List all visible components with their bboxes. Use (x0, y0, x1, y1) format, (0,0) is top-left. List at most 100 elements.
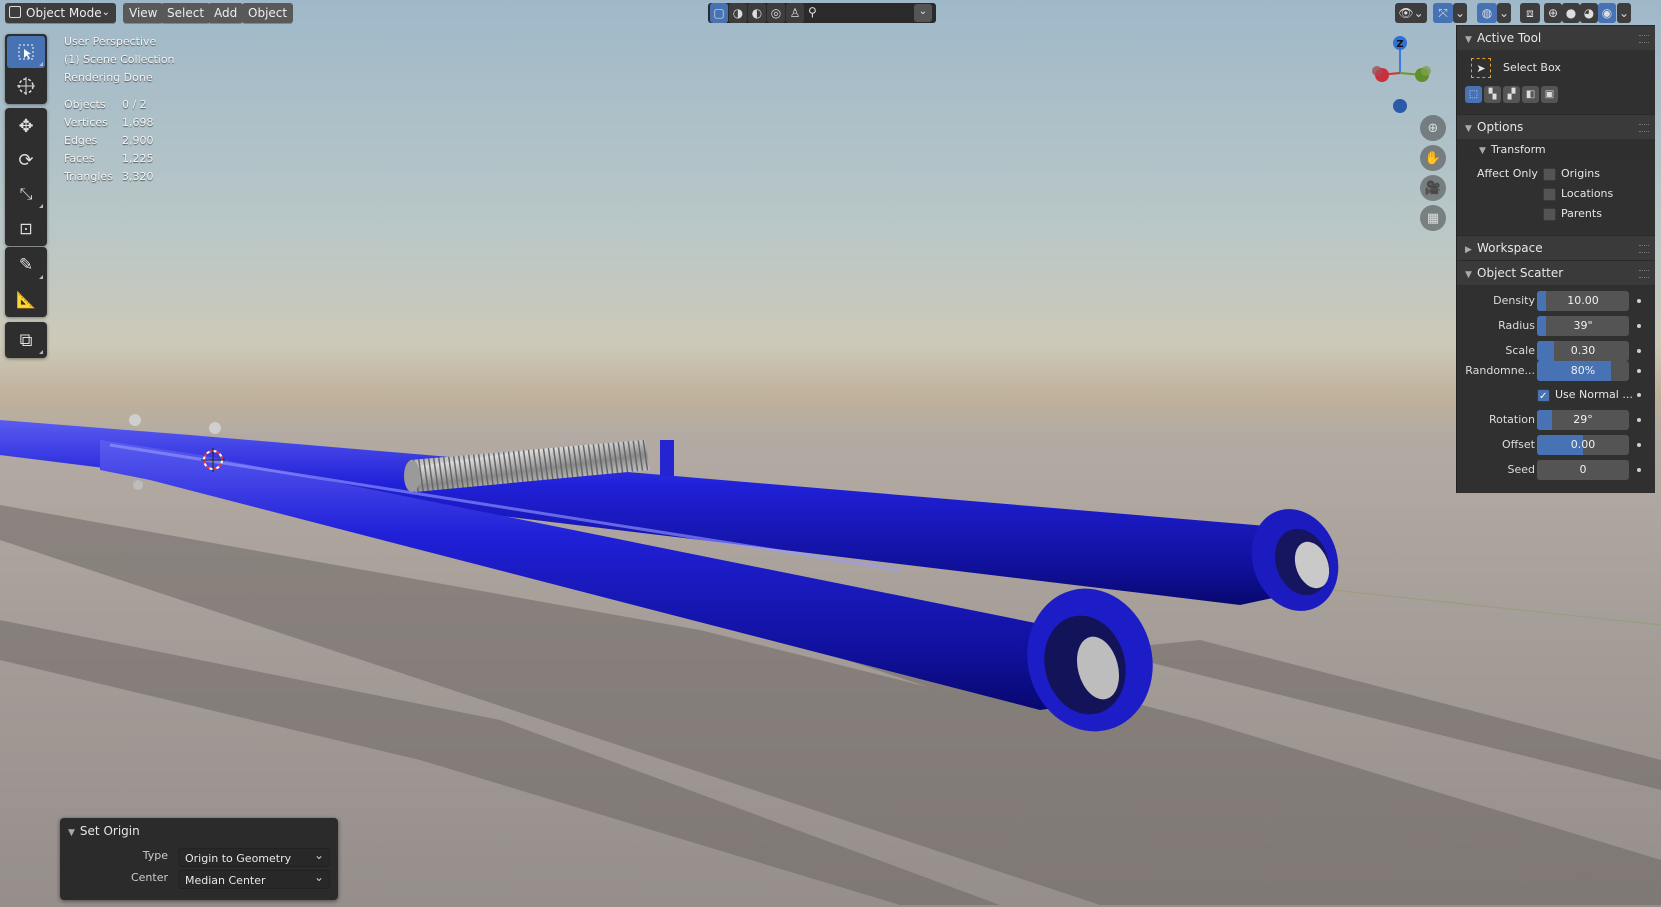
parents-checkbox[interactable]: Parents (1543, 207, 1602, 221)
mode-subtract-icon[interactable]: ▞ (1503, 86, 1520, 103)
3d-viewport[interactable] (0, 0, 1661, 907)
slider-fill (1537, 341, 1554, 361)
search-icon[interactable]: ⚲ (808, 5, 817, 19)
drag-grip-icon[interactable] (1639, 245, 1649, 253)
rendered-shading-icon[interactable]: ◉ (1598, 3, 1616, 23)
origins-checkbox[interactable]: Origins (1543, 167, 1600, 181)
use-normal-checkbox[interactable]: Use Normal ... (1537, 385, 1633, 407)
stat-faces: Faces 1,225 (64, 152, 154, 165)
stat-edges: Edges 2,900 (64, 134, 154, 147)
scatter-label: Density (1493, 294, 1535, 307)
keyframe-dot-icon[interactable] (1637, 324, 1641, 328)
scatter-slider[interactable]: 10.00 (1537, 291, 1629, 311)
menu-view[interactable]: View (123, 3, 164, 23)
transform-subheader[interactable]: ▼ Transform (1457, 139, 1655, 161)
checkbox-icon (1543, 187, 1556, 201)
triangle-down-icon: ▼ (68, 828, 75, 838)
mode-selector[interactable]: Object Mode ⌄ (5, 3, 116, 23)
drag-grip-icon[interactable] (1639, 35, 1649, 43)
xray-toggle-icon[interactable]: ⧈ (1520, 3, 1540, 23)
transform-tool[interactable]: ⊡ (7, 212, 45, 244)
keyframe-dot-icon[interactable] (1637, 299, 1641, 303)
triangle-right-icon: ▶ (1465, 245, 1472, 255)
select-set-icon[interactable]: ▢ (710, 3, 728, 23)
pan-hand-icon[interactable]: ✋ (1420, 145, 1446, 171)
scatter-label: Scale (1505, 344, 1535, 357)
active-tool-name: Select Box (1503, 61, 1561, 74)
locations-checkbox[interactable]: Locations (1543, 187, 1613, 201)
scatter-label: Rotation (1488, 413, 1535, 426)
chevron-down-icon[interactable]: ⌄ (914, 4, 932, 22)
mode-set-icon[interactable]: ⬚ (1465, 86, 1482, 103)
cursor-icon (17, 77, 35, 95)
keyframe-dot-icon[interactable] (1637, 443, 1641, 447)
scatter-row: Radius 39" (1457, 316, 1655, 336)
select-extend-icon[interactable]: ◑ (729, 3, 747, 23)
mode-intersect-icon[interactable]: ▣ (1541, 86, 1558, 103)
keyframe-dot-icon[interactable] (1637, 468, 1641, 472)
solid-shading-icon[interactable]: ● (1562, 3, 1580, 23)
mode-extend-icon[interactable]: ▚ (1484, 86, 1501, 103)
checkbox-icon (1537, 387, 1550, 407)
drag-grip-icon[interactable] (1639, 270, 1649, 278)
scale-icon: ⤡ (19, 184, 33, 203)
tool-group-transform: ✥ ⟳ ⤡ ⊡ (5, 108, 47, 246)
select-box-icon: ➤ (1471, 58, 1491, 78)
keyframe-dot-icon[interactable] (1637, 393, 1641, 397)
navigation-gizmo[interactable]: Z (1365, 33, 1435, 119)
cursor-tool[interactable] (7, 70, 45, 102)
mode-difference-icon[interactable]: ◧ (1522, 86, 1539, 103)
center-dropdown[interactable]: Median Center (178, 868, 330, 889)
ruler-icon: 📐 (16, 289, 36, 309)
scatter-row: Density 10.00 (1457, 291, 1655, 311)
scatter-slider[interactable]: 80% (1537, 361, 1629, 381)
menu-select[interactable]: Select (161, 3, 211, 23)
gizmo-dropdown-icon[interactable]: ⌄ (1453, 3, 1467, 23)
affect-only-label: Affect Only (1477, 167, 1538, 180)
overlays-toggle-icon[interactable]: ◍ (1477, 3, 1497, 23)
menu-object[interactable]: Object (242, 3, 294, 23)
gizmo-toggle-icon[interactable]: ⤧ (1433, 3, 1453, 23)
keyframe-dot-icon[interactable] (1637, 349, 1641, 353)
annotate-tool[interactable]: ✎ (7, 249, 45, 281)
scatter-slider[interactable]: 0 (1537, 460, 1629, 480)
select-box-tool[interactable] (7, 36, 45, 68)
scale-tool[interactable]: ⤡ (7, 178, 45, 210)
overlays-dropdown-icon[interactable]: ⌄ (1497, 3, 1511, 23)
scatter-row: Rotation 29° (1457, 410, 1655, 430)
scatter-slider[interactable]: 29° (1537, 410, 1629, 430)
visibility-eye-icon[interactable]: 👁⌄ (1395, 3, 1427, 23)
drag-grip-icon[interactable] (1639, 124, 1649, 132)
select-mode-buttons: ⬚ ▚ ▞ ◧ ▣ (1465, 86, 1558, 103)
zoom-icon[interactable]: ⊕ (1420, 115, 1446, 141)
select-subtract-icon[interactable]: ◐ (748, 3, 766, 23)
slider-value: 0 (1579, 463, 1587, 476)
keyframe-dot-icon[interactable] (1637, 418, 1641, 422)
keyframe-dot-icon[interactable] (1637, 369, 1641, 373)
select-intersect-icon[interactable]: ♙ (786, 3, 804, 23)
scatter-row: Randomne... 80% (1457, 361, 1655, 381)
type-dropdown[interactable]: Origin to Geometry (178, 846, 330, 867)
menu-add[interactable]: Add (208, 3, 244, 23)
ortho-grid-icon[interactable]: ▦ (1420, 205, 1446, 231)
active-tool-header[interactable]: ▼ Active Tool (1457, 25, 1655, 50)
wireframe-shading-icon[interactable]: ⊕ (1544, 3, 1562, 23)
scatter-slider[interactable]: 0.00 (1537, 435, 1629, 455)
camera-view-icon[interactable]: 🎥 (1420, 175, 1446, 201)
add-cube-tool[interactable]: ⧉ (7, 324, 45, 356)
rotate-tool[interactable]: ⟳ (7, 144, 45, 176)
workspace-header[interactable]: ▶ Workspace (1457, 235, 1655, 260)
shading-dropdown-icon[interactable]: ⌄ (1617, 3, 1631, 23)
select-invert-icon[interactable]: ◎ (767, 3, 785, 23)
object-scatter-header[interactable]: ▼ Object Scatter (1457, 260, 1655, 285)
slider-value: 0.30 (1570, 344, 1596, 357)
scatter-slider[interactable]: 0.30 (1537, 341, 1629, 361)
checkbox-icon (1543, 167, 1556, 181)
measure-tool[interactable]: 📐 (7, 283, 45, 315)
move-tool[interactable]: ✥ (7, 110, 45, 142)
material-shading-icon[interactable]: ◕ (1580, 3, 1598, 23)
scene-statistics: Objects 0 / 2 Vertices 1,698 Edges 2,900 Fa… (64, 96, 154, 186)
set-origin-header[interactable]: ▼ Set Origin (68, 824, 140, 838)
scatter-slider[interactable]: 39" (1537, 316, 1629, 336)
options-header[interactable]: ▼ Options (1457, 114, 1655, 139)
